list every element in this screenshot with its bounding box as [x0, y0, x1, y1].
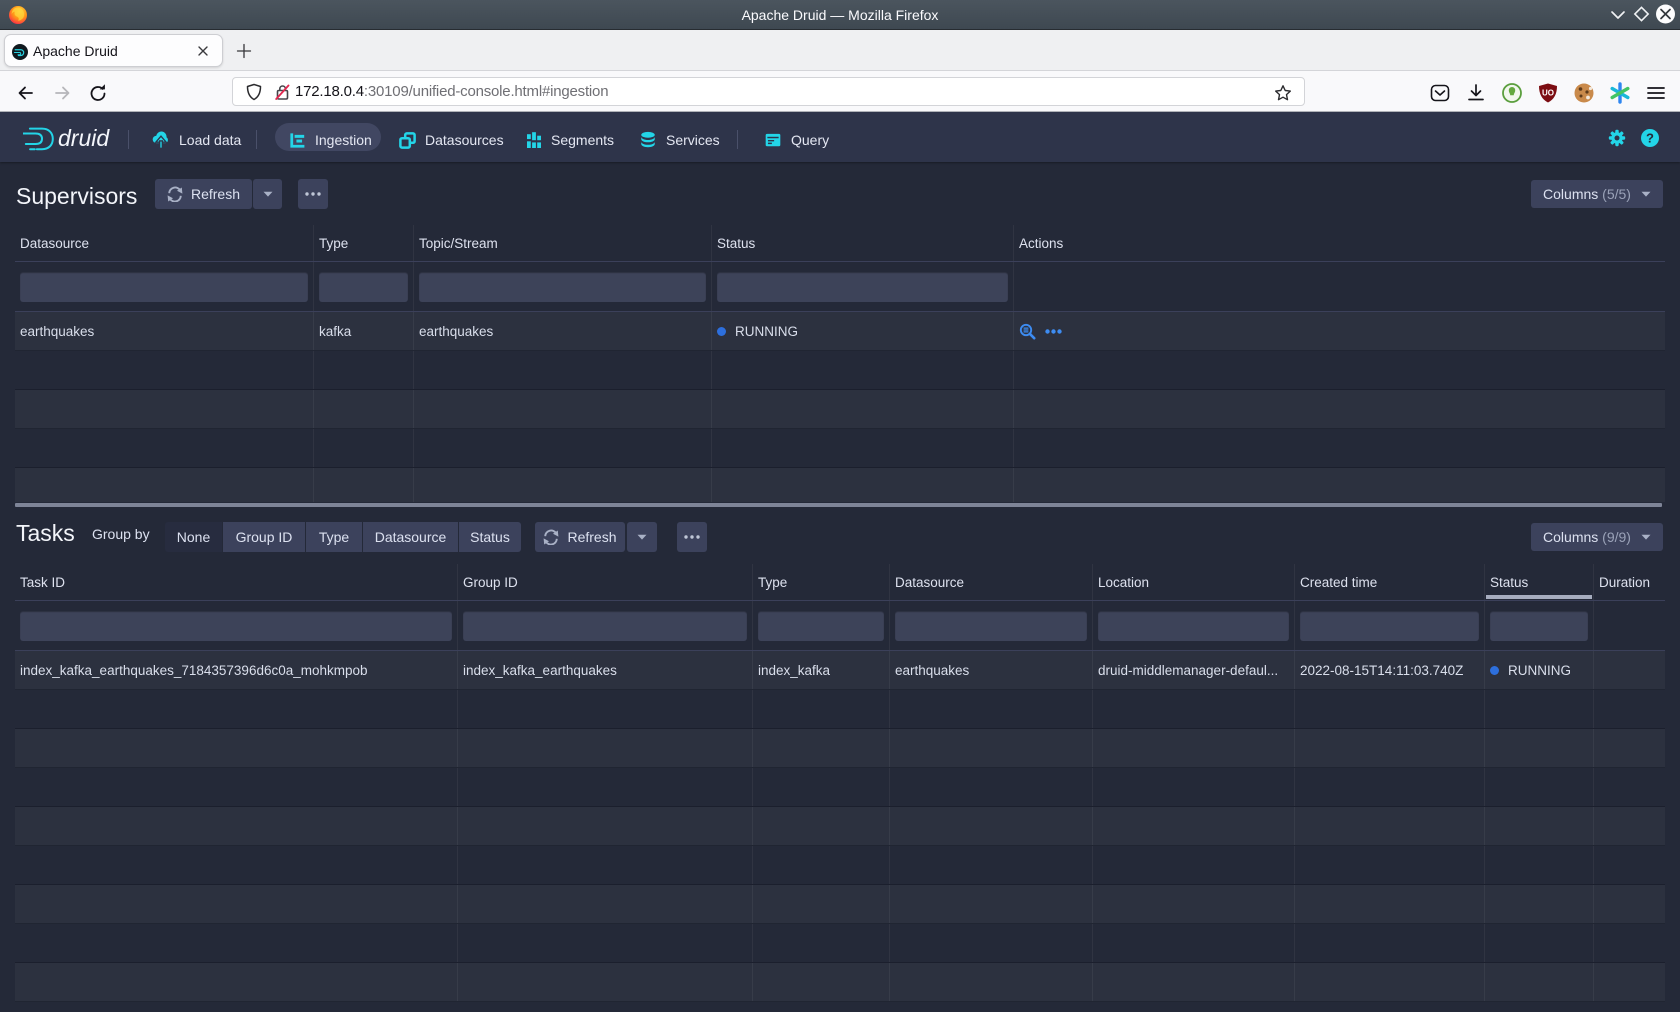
svg-text:?: ?	[1646, 131, 1654, 146]
svg-text:UO: UO	[1542, 89, 1554, 98]
